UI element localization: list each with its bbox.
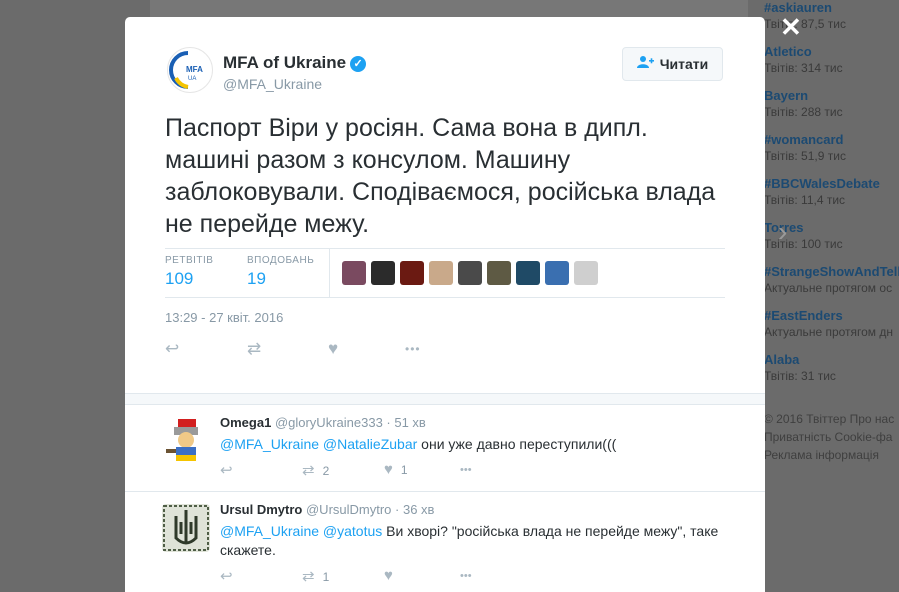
svg-text:MFA: MFA (186, 65, 203, 74)
retweet-icon[interactable]: ⇄ (247, 339, 261, 359)
reply-header: Ursul Dmytro @UrsulDmytro · 36 хв (220, 502, 435, 517)
more-icon[interactable]: ••• (460, 570, 472, 582)
author-avatar[interactable]: MFA UA (167, 47, 213, 93)
author-handle[interactable]: @MFA_Ukraine (223, 76, 322, 92)
liker-avatar[interactable] (545, 261, 569, 285)
follow-button[interactable]: Читати (622, 47, 723, 81)
like-icon[interactable]: ♥ 1 (384, 461, 408, 478)
likers-avatars (342, 261, 598, 285)
like-icon[interactable]: ♥ (384, 567, 401, 584)
svg-text:UA: UA (188, 76, 196, 82)
trend-item[interactable]: #womancard Твітів: 51,9 тис (764, 132, 899, 176)
close-icon[interactable]: ✕ (780, 14, 802, 40)
reply-tweet[interactable]: Ursul Dmytro @UrsulDmytro · 36 хв @MFA_U… (125, 492, 765, 592)
reply-icon[interactable]: ↩ (165, 339, 179, 359)
reply-text: @MFA_Ukraine @yatotus Ви хворі? "російсь… (220, 523, 719, 558)
reply-avatar[interactable] (162, 415, 210, 463)
trend-item[interactable]: Atletico Твітів: 314 тис (764, 44, 899, 88)
verified-badge-icon: ✓ (350, 56, 367, 72)
like-icon[interactable]: ♥ (328, 339, 338, 359)
stats-divider (329, 249, 330, 297)
follow-icon (636, 55, 654, 73)
tweet-stats: РЕТВІТІВ 109 ВПОДОБАНЬ 19 (165, 248, 725, 298)
liker-avatar[interactable] (429, 261, 453, 285)
more-icon[interactable]: ••• (460, 464, 472, 476)
liker-avatar[interactable] (574, 261, 598, 285)
more-icon[interactable]: ••• (405, 342, 421, 356)
reply-tweet[interactable]: Omega1 @gloryUkraine333 · 51 хв @MFA_Ukr… (125, 405, 765, 492)
trend-item[interactable]: Bayern Твітів: 288 тис (764, 88, 899, 132)
retweets-stat[interactable]: РЕТВІТІВ 109 (165, 255, 213, 289)
trend-item[interactable]: Alaba Твітів: 31 тис (764, 352, 899, 396)
trend-item[interactable]: #EastEnders Актуальне протягом дн (764, 308, 899, 352)
author-name[interactable]: MFA of Ukraine ✓ (223, 53, 367, 73)
page-footer: © 2016 Твіттер Про нас Приватність Cooki… (764, 412, 895, 462)
retweet-icon[interactable]: ⇄ 2 (302, 461, 329, 479)
liker-avatar[interactable] (371, 261, 395, 285)
reply-header: Omega1 @gloryUkraine333 · 51 хв (220, 415, 426, 430)
likes-stat[interactable]: ВПОДОБАНЬ 19 (247, 255, 314, 289)
liker-avatar[interactable] (487, 261, 511, 285)
liker-avatar[interactable] (342, 261, 366, 285)
trends-list: #askiauren Твітів: 87,5 тис Atletico Твіті… (764, 0, 899, 396)
permalink-tweet: MFA UA MFA of Ukraine ✓ @MFA_Ukraine Чита… (125, 17, 765, 393)
mfa-logo-icon: MFA UA (169, 51, 203, 89)
liker-avatar[interactable] (400, 261, 424, 285)
trend-item[interactable]: #BBCWalesDebate Твітів: 11,4 тис (764, 176, 899, 220)
tweet-modal: MFA UA MFA of Ukraine ✓ @MFA_Ukraine Чита… (125, 17, 765, 592)
reply-avatar[interactable] (162, 504, 210, 552)
next-tweet-arrow-icon[interactable]: › (778, 218, 787, 246)
liker-avatar[interactable] (516, 261, 540, 285)
reply-text: @MFA_Ukraine @NatalieZubar они уже давно… (220, 436, 617, 452)
reply-icon[interactable]: ↩ (220, 567, 233, 585)
reply-icon[interactable]: ↩ (220, 461, 233, 479)
replies-separator (125, 393, 765, 405)
tweet-text: Паспорт Віри у росіян. Сама вона в дипл.… (165, 114, 716, 238)
tweet-timestamp[interactable]: 13:29 - 27 квіт. 2016 (165, 310, 283, 325)
retweet-icon[interactable]: ⇄ 1 (302, 567, 329, 585)
liker-avatar[interactable] (458, 261, 482, 285)
trend-item[interactable]: #StrangeShowAndTell Актуальне протягом ос (764, 264, 899, 308)
